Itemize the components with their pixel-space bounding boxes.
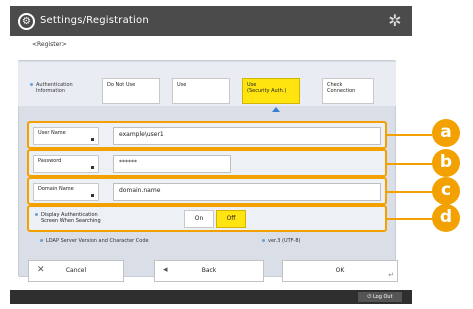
check-connection-button[interactable]: Check Connection (322, 78, 374, 104)
ldap-version-label: LDAP Server Version and Character Code (40, 238, 149, 244)
enter-icon: ↵ (388, 271, 394, 279)
title-bar: ⚙ Settings/Registration ✲ (10, 6, 412, 36)
cancel-button[interactable]: ✕ Cancel (28, 260, 124, 282)
gear-icon[interactable]: ✲ (386, 12, 404, 30)
auth-option-use[interactable]: Use (172, 78, 230, 104)
user-name-field[interactable]: example\user1 (113, 127, 381, 145)
settings-registration-icon: ⚙ (18, 13, 35, 30)
display-auth-row: Display Authentication Screen When Searc… (27, 205, 387, 232)
bullet-icon (35, 213, 38, 216)
user-name-button[interactable]: User Name (33, 127, 99, 145)
auth-option-do-not-use[interactable]: Do Not Use (102, 78, 160, 104)
auth-option-use-security-auth[interactable]: Use (Security Auth.) (242, 78, 300, 104)
callout-a: a (432, 119, 460, 147)
callout-connector-b (387, 163, 432, 165)
display-auth-off-button[interactable]: Off (216, 210, 246, 228)
display-auth-on-button[interactable]: On (184, 210, 214, 228)
domain-name-field[interactable]: domain.name (113, 183, 381, 201)
back-button[interactable]: ◂ Back (154, 260, 264, 282)
user-name-row: User Name example\user1 (27, 121, 387, 149)
domain-name-row: Domain Name domain.name (27, 177, 387, 205)
auth-info-label: Authentication Information (30, 82, 73, 94)
password-field[interactable]: ****** (113, 155, 231, 173)
bullet-icon (30, 83, 33, 86)
footer-bar: ⏻ Log Out (10, 290, 412, 304)
callout-b: b (432, 149, 460, 177)
callout-connector-d (387, 218, 432, 220)
page-title: Settings/Registration (40, 15, 149, 26)
display-auth-label: Display Authentication Screen When Searc… (35, 212, 101, 224)
callout-connector-a (387, 134, 432, 136)
selection-indicator-icon (272, 107, 280, 112)
domain-name-button[interactable]: Domain Name (33, 183, 99, 201)
callout-c: c (432, 177, 460, 205)
callout-connector-c (387, 191, 432, 193)
password-row: Password ****** (27, 149, 387, 177)
bullet-icon (262, 239, 265, 242)
ok-button[interactable]: OK ↵ (282, 260, 398, 282)
bullet-icon (40, 239, 43, 242)
breadcrumb: <Register> (32, 41, 67, 48)
ldap-version-value: ver.3 (UTF-8) (262, 238, 300, 244)
logout-button[interactable]: ⏻ Log Out (358, 292, 402, 302)
password-button[interactable]: Password (33, 155, 99, 173)
callout-d: d (432, 204, 460, 232)
